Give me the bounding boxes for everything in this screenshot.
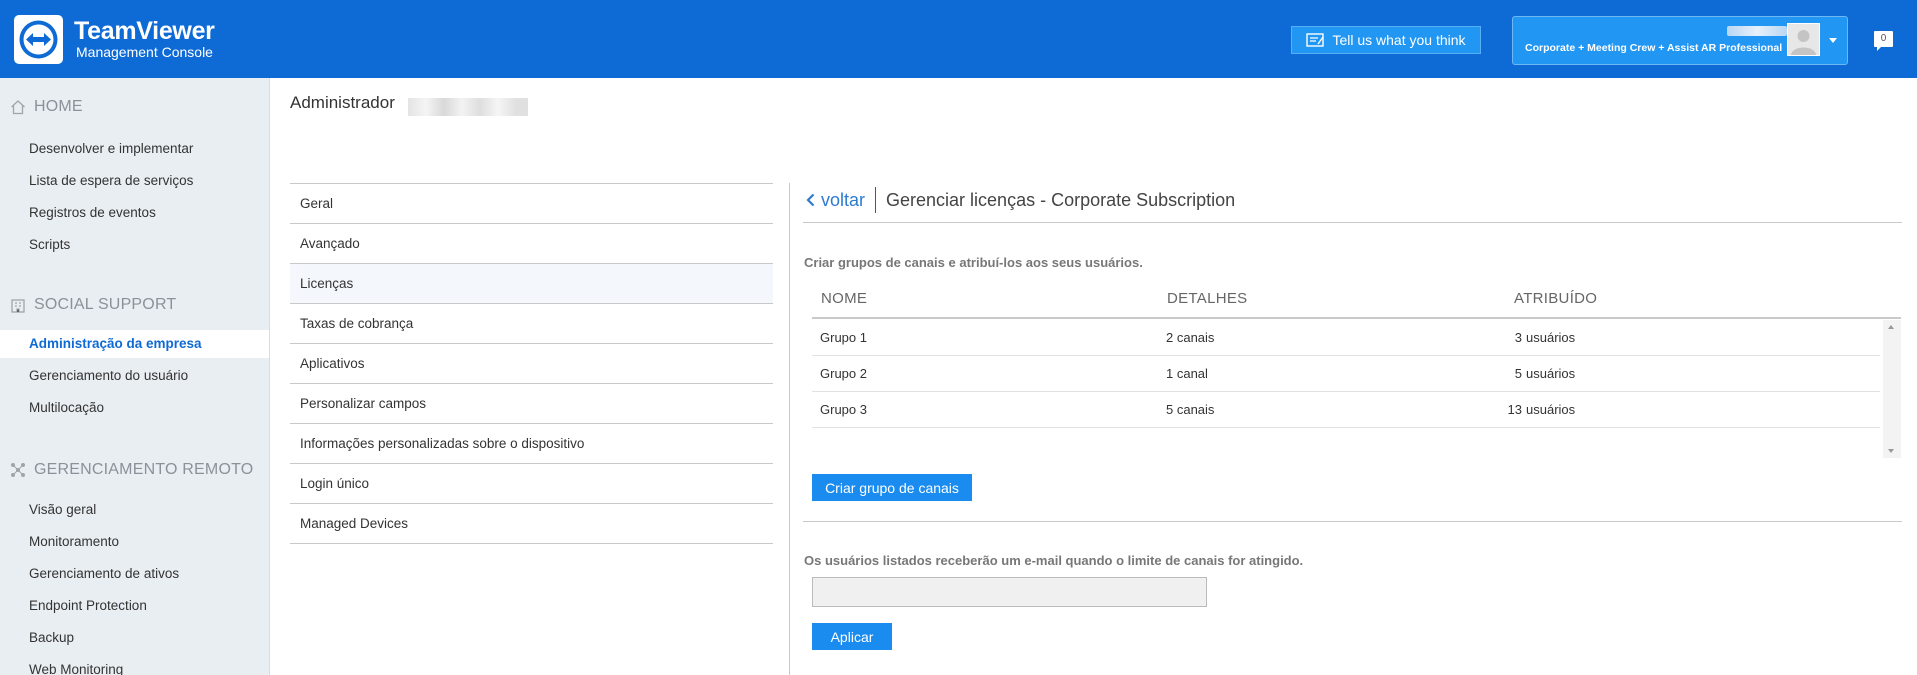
user-avatar-icon <box>1791 30 1816 55</box>
cell-name: Grupo 2 <box>820 366 867 381</box>
panel-description: Criar grupos de canais e atribuí-los aos… <box>804 255 1143 270</box>
sidebar-item-scripts[interactable]: Scripts <box>0 231 269 259</box>
panel-header: voltar Gerenciar licenças - Corporate Su… <box>806 185 1235 215</box>
cell-assigned-count: 3 <box>1514 330 1522 345</box>
nav-item-personalizar-campos[interactable]: Personalizar campos <box>290 384 773 424</box>
table-row[interactable]: Grupo 1 2 canais 3 usuários <box>812 320 1880 356</box>
nav-item-aplicativos[interactable]: Aplicativos <box>290 344 773 384</box>
page-title: Administrador <box>290 93 395 112</box>
sidebar-item-registros[interactable]: Registros de eventos <box>0 199 269 227</box>
avatar[interactable] <box>1787 23 1820 56</box>
chevron-left-icon <box>806 193 815 207</box>
apply-button[interactable]: Aplicar <box>812 623 892 650</box>
nav-item-managed-devices[interactable]: Managed Devices <box>290 504 773 544</box>
top-bar: TeamViewer Management Console Tell us wh… <box>0 0 1917 78</box>
account-plan: Corporate + Meeting Crew + Assist AR Pro… <box>1525 42 1783 54</box>
network-icon <box>11 463 25 477</box>
cell-assigned-unit: usuários <box>1526 330 1576 345</box>
sidebar-section-home: HOME <box>10 98 83 116</box>
nav-item-avancado[interactable]: Avançado <box>290 224 773 264</box>
sidebar-item-multilocacao[interactable]: Multilocação <box>0 394 269 422</box>
sidebar-item-visao-geral[interactable]: Visão geral <box>0 496 269 524</box>
notification-badge[interactable]: 0 <box>1874 31 1893 51</box>
table-row[interactable]: Grupo 3 5 canais 13 usuários <box>812 392 1880 428</box>
cell-details: 1 canal <box>1166 366 1208 381</box>
brand-name: TeamViewer <box>74 17 215 45</box>
brand-subtitle: Management Console <box>76 44 213 60</box>
sidebar-item-web-monitoring[interactable]: Web Monitoring <box>0 656 269 675</box>
cell-assigned-unit: usuários <box>1526 402 1576 417</box>
account-menu[interactable]: Corporate + Meeting Crew + Assist AR Pro… <box>1512 16 1848 65</box>
sidebar-item-lista-espera[interactable]: Lista de espera de serviços <box>0 167 269 195</box>
divider <box>803 222 1902 223</box>
account-name-redacted <box>1727 26 1787 36</box>
sidebar-section-social-support: SOCIAL SUPPORT <box>10 296 176 314</box>
column-divider <box>789 183 790 675</box>
table-row[interactable]: Grupo 2 1 canal 5 usuários <box>812 356 1880 392</box>
cell-details: 2 canais <box>1166 330 1215 345</box>
column-header-nome[interactable]: NOME <box>821 290 867 307</box>
column-header-atribuido[interactable]: ATRIBUÍDO <box>1514 290 1597 307</box>
feedback-label: Tell us what you think <box>1332 32 1466 48</box>
email-description: Os usuários listados receberão um e-mail… <box>804 553 1304 568</box>
sidebar-item-endpoint[interactable]: Endpoint Protection <box>0 592 269 620</box>
home-icon <box>11 100 25 115</box>
page-title-redacted <box>408 98 528 116</box>
panel-title: Gerenciar licenças - Corporate Subscript… <box>886 189 1236 210</box>
email-recipients-field[interactable] <box>812 577 1207 607</box>
cell-assigned-count: 5 <box>1514 366 1522 381</box>
sidebar-item-gerenciamento-usuario[interactable]: Gerenciamento do usuário <box>0 362 269 390</box>
cell-name: Grupo 3 <box>820 402 867 417</box>
cell-assigned-unit: usuários <box>1526 366 1576 381</box>
back-label: voltar <box>821 189 866 210</box>
sidebar-item-desenvolver[interactable]: Desenvolver e implementar <box>0 135 269 163</box>
chevron-down-icon[interactable] <box>1829 38 1837 43</box>
sidebar-item-ativos[interactable]: Gerenciamento de ativos <box>0 560 269 588</box>
back-link[interactable]: voltar <box>806 187 877 213</box>
cell-details: 5 canais <box>1166 402 1215 417</box>
sidebar-item-backup[interactable]: Backup <box>0 624 269 652</box>
sidebar-item-administracao[interactable]: Administração da empresa <box>0 330 269 358</box>
settings-nav: Geral Avançado Licenças Taxas de cobranç… <box>290 183 773 544</box>
building-icon <box>11 299 25 313</box>
nav-item-info-dispositivo[interactable]: Informações personalizadas sobre o dispo… <box>290 424 773 464</box>
nav-item-licencas[interactable]: Licenças <box>290 264 773 304</box>
teamviewer-logo-icon[interactable] <box>14 15 63 64</box>
table-scrollbar[interactable] <box>1883 320 1901 458</box>
feedback-icon <box>1306 33 1325 47</box>
feedback-button[interactable]: Tell us what you think <box>1291 26 1481 54</box>
scroll-down-icon[interactable] <box>1888 449 1894 453</box>
scroll-up-icon[interactable] <box>1888 325 1894 329</box>
nav-item-taxas[interactable]: Taxas de cobrança <box>290 304 773 344</box>
sidebar-section-gerenciamento-remoto: GERENCIAMENTO REMOTO <box>10 461 253 479</box>
table-header-divider <box>812 317 1901 319</box>
sidebar: HOME Desenvolver e implementar Lista de … <box>0 78 270 675</box>
nav-item-geral[interactable]: Geral <box>290 184 773 224</box>
create-channel-group-button[interactable]: Criar grupo de canais <box>812 474 972 501</box>
cell-name: Grupo 1 <box>820 330 867 345</box>
cell-assigned-count: 13 <box>1507 402 1522 417</box>
divider <box>803 521 1902 522</box>
sidebar-item-monitoramento[interactable]: Monitoramento <box>0 528 269 556</box>
nav-item-login-unico[interactable]: Login único <box>290 464 773 504</box>
column-header-detalhes[interactable]: DETALHES <box>1167 290 1247 307</box>
